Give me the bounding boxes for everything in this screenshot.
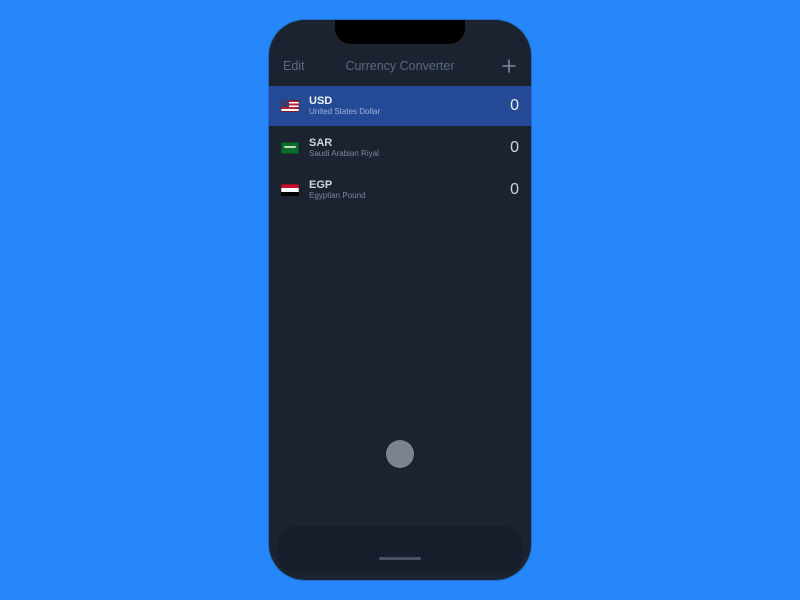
stage: Edit Currency Converter USD United State… bbox=[0, 0, 800, 600]
currency-code: EGP bbox=[309, 179, 500, 191]
touch-indicator bbox=[386, 440, 414, 468]
currency-labels: SAR Saudi Arabian Riyal bbox=[309, 137, 500, 159]
currency-row-sar[interactable]: SAR Saudi Arabian Riyal 0 bbox=[269, 128, 531, 168]
dock-background bbox=[277, 526, 523, 572]
flag-icon bbox=[281, 184, 299, 196]
currency-code: USD bbox=[309, 95, 500, 107]
currency-row-usd[interactable]: USD United States Dollar 0 bbox=[269, 86, 531, 126]
currency-code: SAR bbox=[309, 137, 500, 149]
flag-icon bbox=[281, 142, 299, 154]
add-button[interactable] bbox=[501, 58, 517, 74]
currency-value: 0 bbox=[500, 181, 519, 199]
phone-frame: Edit Currency Converter USD United State… bbox=[269, 20, 531, 580]
currency-name: Egyptian Pound bbox=[309, 192, 500, 201]
edit-button[interactable]: Edit bbox=[283, 59, 305, 73]
home-indicator[interactable] bbox=[379, 557, 421, 560]
currency-value: 0 bbox=[500, 139, 519, 157]
currency-name: United States Dollar bbox=[309, 108, 500, 117]
currency-row-egp[interactable]: EGP Egyptian Pound 0 bbox=[269, 170, 531, 210]
flag-icon bbox=[281, 100, 299, 112]
currency-list: USD United States Dollar 0 SAR Saudi Ara… bbox=[269, 86, 531, 210]
navbar: Edit Currency Converter bbox=[269, 54, 531, 78]
page-title: Currency Converter bbox=[269, 59, 531, 73]
device-notch bbox=[335, 20, 465, 44]
currency-labels: USD United States Dollar bbox=[309, 95, 500, 117]
currency-labels: EGP Egyptian Pound bbox=[309, 179, 500, 201]
plus-icon bbox=[502, 59, 516, 73]
currency-name: Saudi Arabian Riyal bbox=[309, 150, 500, 159]
currency-value: 0 bbox=[500, 97, 519, 115]
